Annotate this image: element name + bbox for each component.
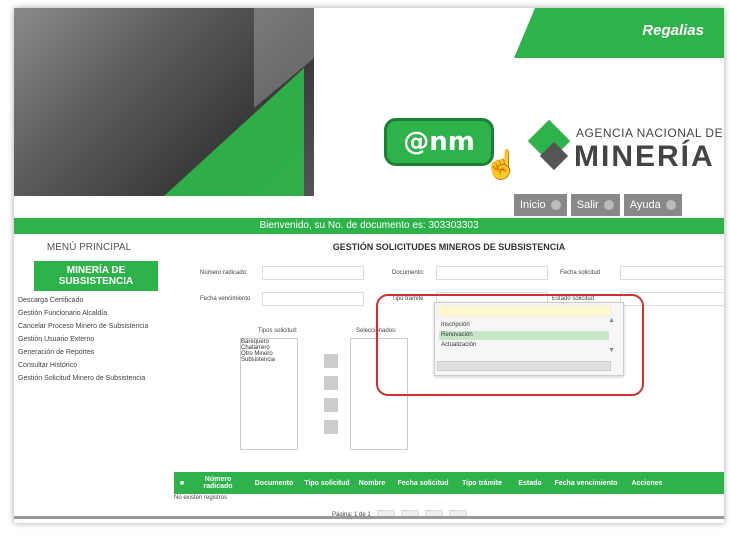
move-all-right-button[interactable]	[324, 376, 338, 390]
header-estado: Estado	[518, 479, 542, 487]
table-header: ■ Número radicado Documento Tipo solicit…	[174, 472, 724, 494]
fecha-solicitud-input[interactable]	[620, 266, 724, 280]
tipos-solicitud-label: Tipos solicitud:	[258, 328, 298, 334]
header-tipo-solicitud: Tipo solicitud	[304, 479, 350, 487]
header-fecha-vencimiento: Fecha vencimiento	[554, 479, 618, 487]
tipos-solicitud-list[interactable]: Barequero Chatarrero Otro Minero Subsist…	[240, 338, 298, 450]
anm-logo-text: @nm	[403, 127, 475, 157]
no-records-message: No existen registros	[174, 495, 228, 501]
bottom-divider	[14, 516, 724, 519]
sidebar-item-gestion-solicitud[interactable]: Gestión Solicitud Minero de Subsistencia	[18, 375, 164, 382]
numero-radicado-input[interactable]	[262, 266, 364, 280]
header-numero-radicado: Número radicado	[203, 476, 233, 490]
salir-label: Salir	[576, 199, 599, 211]
agency-title-top: AGENCIA NACIONAL DE	[576, 126, 724, 140]
regalias-label: Regalias	[642, 22, 704, 39]
sidebar-item-cancelar-proceso[interactable]: Cancelar Proceso Minero de Subsistencia	[18, 323, 164, 330]
move-right-button[interactable]	[324, 354, 338, 368]
documento-label: Documento:	[392, 270, 425, 276]
header-tipo-tramite: Tipo trámite	[462, 479, 502, 487]
agency-title-bottom: MINERÍA	[574, 140, 715, 173]
home-icon	[550, 200, 561, 210]
salir-button[interactable]: Salir	[570, 194, 620, 216]
header-documento: Documento	[254, 479, 294, 487]
documento-input[interactable]	[436, 266, 548, 280]
sidebar-item-consultar-historico[interactable]: Consultar Histórico	[18, 362, 164, 369]
help-icon	[665, 200, 676, 210]
sidebar-item-descarga-certificado[interactable]: Descarga Certificado	[18, 297, 164, 304]
move-left-button[interactable]	[324, 398, 338, 412]
numero-radicado-label: Número radicado:	[200, 270, 248, 276]
header: Regalias @nm ☝ AGENCIA NACIONAL DE MINER…	[14, 8, 724, 218]
menu-title: MENÚ PRINCIPAL	[46, 242, 132, 253]
header-fecha-solicitud: Fecha solicitud	[397, 479, 449, 487]
select-all-checkbox[interactable]: ■	[174, 480, 190, 487]
ayuda-label: Ayuda	[629, 199, 661, 211]
header-nombre: Nombre	[358, 479, 386, 487]
fecha-solicitud-label: Fecha solicitud	[560, 270, 601, 276]
sidebar: MENÚ PRINCIPAL MINERÍA DE SUBSISTENCIA D…	[14, 236, 164, 516]
list-item-otro-minero[interactable]: Otro Minero Subsistencia	[241, 351, 297, 363]
page-title: GESTIÓN SOLICITUDES MINEROS DE SUBSISTEN…	[332, 242, 566, 252]
pointer-hand-icon: ☝	[484, 149, 519, 180]
exit-icon	[603, 200, 614, 210]
app-frame: Regalias @nm ☝ AGENCIA NACIONAL DE MINER…	[14, 8, 724, 523]
sidebar-item-gestion-funcionario[interactable]: Gestión Funcionario Alcaldía	[18, 310, 164, 317]
fecha-vencimiento-input[interactable]	[262, 292, 364, 306]
sidebar-item-generacion-reportes[interactable]: Generación de Reportes	[18, 349, 164, 356]
fecha-vencimiento-label: Fecha vencimiento	[200, 296, 251, 302]
inicio-button[interactable]: Inicio	[514, 194, 567, 216]
anm-logo: @nm	[384, 118, 494, 166]
decor-light-triangle	[254, 8, 374, 108]
header-acciones: Acciones	[631, 479, 663, 487]
ayuda-button[interactable]: Ayuda	[623, 194, 682, 216]
inicio-label: Inicio	[520, 199, 546, 211]
top-navigation: Inicio Salir Ayuda	[514, 194, 682, 216]
menu-section-mineria[interactable]: MINERÍA DE SUBSISTENCIA	[34, 261, 158, 291]
move-all-left-button[interactable]	[324, 420, 338, 434]
welcome-bar: Bienvenido, su No. de documento es: 3033…	[14, 218, 724, 234]
highlight-annotation	[376, 294, 644, 396]
sidebar-item-gestion-usuario[interactable]: Gestión Usuario Externo	[18, 336, 164, 343]
